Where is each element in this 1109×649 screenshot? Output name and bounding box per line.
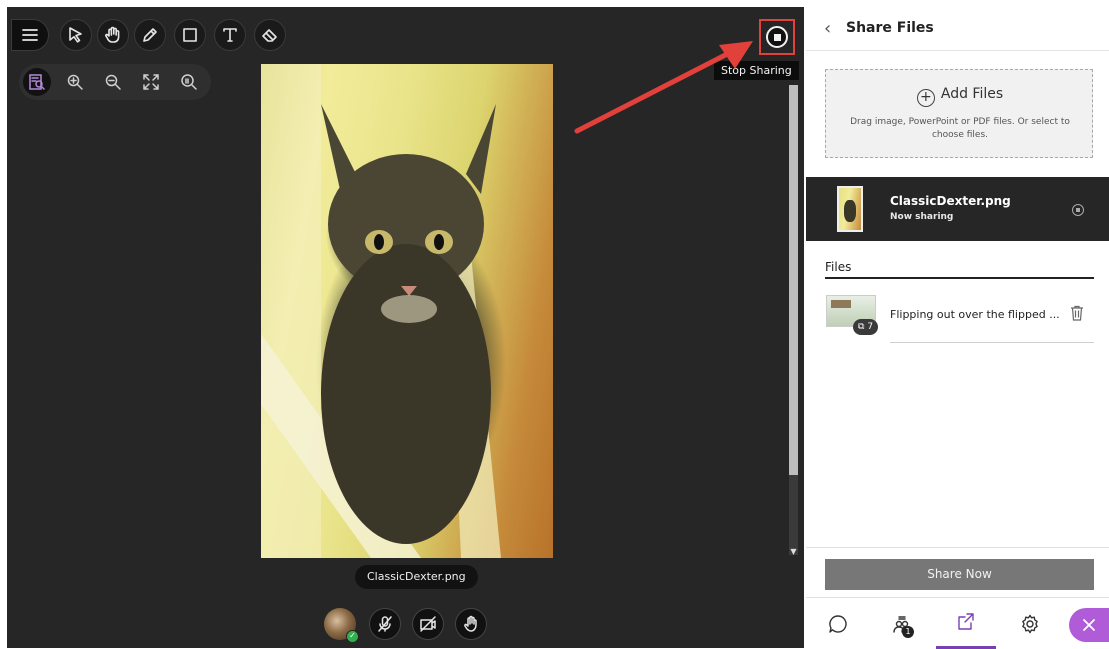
annotation-arrow <box>574 41 753 134</box>
shared-image-cat <box>261 64 553 558</box>
layers-icon: ⧉ <box>858 322 865 332</box>
fullscreen-button[interactable] <box>137 68 165 96</box>
sharing-status: Now sharing <box>890 212 954 222</box>
pointer-tool-button[interactable] <box>60 19 92 51</box>
main-stage: ▼ ClassicDexter.png Stop Sharing ✓ <box>7 7 804 648</box>
avatar[interactable]: ✓ <box>324 608 359 643</box>
cat-photo <box>261 64 501 558</box>
panel-bottom-nav: 1 <box>806 597 1109 649</box>
scroll-down-arrow-icon[interactable]: ▼ <box>789 547 798 557</box>
plus-circle-icon: + <box>916 89 935 107</box>
shared-file-thumbnail <box>837 186 863 232</box>
pan-tool-button[interactable] <box>97 19 129 51</box>
add-files-button[interactable]: + Add Files <box>826 86 1094 107</box>
stop-sharing-small-icon[interactable] <box>1072 204 1084 216</box>
attendees-tab[interactable]: 1 <box>872 598 932 649</box>
settings-tab[interactable] <box>1000 598 1060 649</box>
camera-off-icon <box>420 616 436 632</box>
status-check-icon: ✓ <box>346 630 359 643</box>
sharing-filename: ClassicDexter.png <box>890 194 1011 208</box>
zoom-toolbar <box>19 64 211 100</box>
chat-icon <box>829 614 847 633</box>
zoom-in-icon <box>67 74 83 90</box>
dropzone-hint: Drag image, PowerPoint or PDF files. Or … <box>850 117 1070 140</box>
pencil-tool-button[interactable] <box>134 19 166 51</box>
actual-size-button[interactable] <box>175 68 203 96</box>
share-files-panel: ‹ Share Files + Add Files Drag image, Pow… <box>806 7 1109 649</box>
eraser-tool-button[interactable] <box>254 19 286 51</box>
file-name: Flipping out over the flipped ... <box>890 308 1060 321</box>
session-menu-button[interactable] <box>11 19 49 51</box>
attendee-count-badge: 1 <box>902 626 914 638</box>
close-panel-button[interactable] <box>1069 608 1109 642</box>
page-count-badge: ⧉ 7 <box>853 319 879 335</box>
share-now-button[interactable]: Share Now <box>825 559 1094 590</box>
scrollbar-thumb[interactable] <box>789 85 798 475</box>
footer-divider <box>806 547 1109 548</box>
now-sharing-item[interactable]: ClassicDexter.png Now sharing <box>806 177 1109 241</box>
settings-icon <box>1022 614 1038 633</box>
raise-hand-icon <box>464 615 477 632</box>
pencil-icon <box>143 28 157 42</box>
add-files-label: Add Files <box>940 86 1004 102</box>
share-content-icon <box>958 613 974 630</box>
pointer-icon <box>69 27 82 43</box>
page-count: 7 <box>867 322 874 332</box>
chat-tab[interactable] <box>808 598 868 649</box>
stop-icon <box>766 26 788 48</box>
list-item[interactable]: ⧉ 7 Flipping out over the flipped ... <box>806 289 1109 343</box>
fullscreen-icon <box>143 74 159 90</box>
fit-page-icon <box>29 74 45 90</box>
files-divider <box>825 277 1094 279</box>
raise-hand-button[interactable] <box>455 608 487 640</box>
eraser-icon <box>262 29 277 42</box>
panel-header: ‹ Share Files <box>806 7 1109 51</box>
trash-icon[interactable] <box>1070 305 1084 321</box>
shape-tool-button[interactable] <box>174 19 206 51</box>
camera-toggle[interactable] <box>412 608 444 640</box>
file-row-divider <box>890 342 1094 343</box>
menu-icon <box>22 29 38 41</box>
image-filename-caption: ClassicDexter.png <box>355 565 478 589</box>
rectangle-icon <box>183 28 197 42</box>
zoom-out-button[interactable] <box>99 68 127 96</box>
hand-icon <box>105 26 120 43</box>
text-tool-button[interactable] <box>214 19 246 51</box>
zoom-out-icon <box>105 74 121 90</box>
fit-page-button[interactable] <box>23 68 51 96</box>
back-chevron-icon[interactable]: ‹ <box>824 20 831 38</box>
panel-title: Share Files <box>846 20 934 36</box>
file-dropzone[interactable]: + Add Files Drag image, PowerPoint or PDF… <box>825 69 1093 158</box>
zoom-in-button[interactable] <box>61 68 89 96</box>
share-content-tab[interactable] <box>936 598 996 649</box>
actual-size-icon <box>181 74 197 90</box>
stage-scrollbar[interactable] <box>789 85 798 555</box>
files-heading: Files <box>825 260 852 274</box>
close-icon <box>1083 619 1095 631</box>
microphone-off-icon <box>378 616 392 632</box>
text-icon <box>223 28 237 42</box>
microphone-toggle[interactable] <box>369 608 401 640</box>
